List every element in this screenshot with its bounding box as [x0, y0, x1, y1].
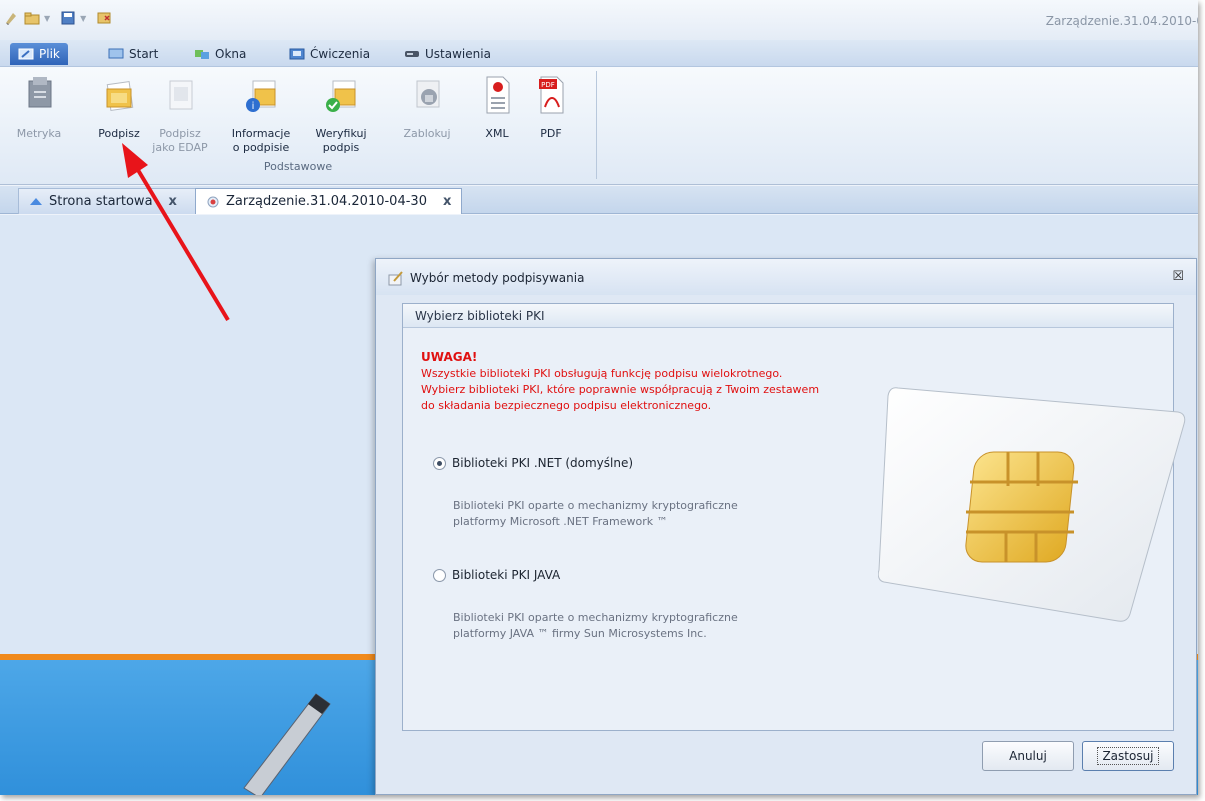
warning-text: do składania bezpiecznego podpisu elektr… — [421, 399, 712, 412]
svg-text:PDF: PDF — [541, 81, 555, 89]
quick-access-toolbar: ▼ ▼ — [4, 10, 112, 26]
weryfikuj-podpis-button[interactable]: Weryfikuj podpis — [306, 73, 376, 155]
tab-zarzadzenie[interactable]: Zarządzenie.31.04.2010-04-30 x — [195, 188, 463, 214]
option-pki-java[interactable]: Biblioteki PKI JAVA — [433, 568, 560, 582]
warning-text: Wszystkie biblioteki PKI obsługują funkc… — [421, 367, 783, 380]
pen-illustration — [243, 693, 331, 795]
radio-pki-java[interactable] — [433, 568, 446, 582]
panel-title: Wybierz biblioteki PKI — [403, 304, 1173, 328]
podpisz-button[interactable]: Podpisz — [84, 73, 154, 141]
dialog-title-bar: Wybór metody podpisywania ☒ — [376, 259, 1196, 295]
title-bar: ▼ ▼ Zarządzenie.31.04.2010-0 — [0, 0, 1198, 40]
group-separator — [596, 71, 597, 179]
document-tabs: Strona startowa x Zarządzenie.31.04.2010… — [0, 186, 1198, 214]
podpisz-jako-edap-button[interactable]: Podpisz jako EDAP — [145, 73, 215, 155]
dialog-title: Wybór metody podpisywania — [410, 271, 585, 285]
tab-label: Strona startowa — [49, 194, 153, 209]
close-document-icon[interactable] — [96, 10, 112, 26]
file-icon — [18, 48, 34, 60]
verify-signature-icon — [326, 80, 356, 112]
tab-label: Ćwiczenia — [310, 47, 371, 61]
app-icon — [6, 13, 16, 25]
tab-ustawienia[interactable]: Ustawienia — [396, 43, 499, 65]
metryka-button[interactable]: Metryka — [4, 73, 74, 141]
tab-label: Start — [129, 47, 159, 61]
chevron-down-icon[interactable]: ▼ — [44, 14, 50, 23]
signature-pen-icon — [388, 271, 403, 286]
tab-label: Okna — [215, 47, 247, 61]
monitor-icon — [108, 48, 124, 59]
sign-document-icon — [106, 81, 134, 111]
signing-method-dialog: Wybór metody podpisywania ☒ Wybierz bibl… — [375, 258, 1197, 795]
close-icon[interactable]: ☒ — [1172, 269, 1184, 284]
apply-button[interactable]: Zastosuj — [1082, 741, 1174, 771]
window-title: Zarządzenie.31.04.2010-0 — [1045, 14, 1198, 28]
tab-cwiczenia[interactable]: Ćwiczenia — [281, 43, 378, 65]
warning-text: Wybierz biblioteki PKI, które poprawnie … — [421, 383, 820, 396]
metadata-icon — [28, 77, 52, 108]
apply-label: Zastosuj — [1097, 747, 1159, 765]
option-pki-net[interactable]: Biblioteki PKI .NET (domyślne) — [433, 456, 633, 470]
option-description: platformy Microsoft .NET Framework ™ — [453, 515, 668, 528]
exercise-icon — [289, 48, 305, 60]
smart-card-illustration — [878, 387, 1186, 622]
signature-info-icon: i — [246, 80, 276, 112]
group-label: Podstawowe — [263, 160, 333, 173]
pki-panel: Wybierz biblioteki PKI UWAGA! Wszystkie … — [402, 303, 1186, 731]
chevron-down-icon[interactable]: ▼ — [80, 14, 86, 23]
informacje-o-podpisie-button[interactable]: i Informacje o podpisie — [226, 73, 296, 155]
ribbon: Metryka Podpisz Podpisz jako EDAP i Info… — [0, 67, 1198, 185]
zablokuj-button[interactable]: Zablokuj — [392, 73, 462, 141]
pdf-file-icon: PDF — [539, 76, 564, 114]
option-label: Biblioteki PKI .NET (domyślne) — [452, 456, 634, 470]
option-description: Biblioteki PKI oparte o mechanizmy krypt… — [453, 499, 738, 512]
tab-strona-startowa[interactable]: Strona startowa x — [18, 188, 196, 214]
lock-icon — [416, 80, 440, 108]
pdf-button[interactable]: PDF PDF — [516, 73, 586, 141]
option-description: Biblioteki PKI oparte o mechanizmy krypt… — [453, 611, 738, 624]
tab-okna[interactable]: Okna — [186, 43, 254, 65]
tab-label: Plik — [39, 47, 60, 61]
save-icon[interactable] — [60, 10, 76, 26]
tab-label: Zarządzenie.31.04.2010-04-30 — [226, 194, 427, 209]
cancel-button[interactable]: Anuluj — [982, 741, 1074, 771]
xml-file-icon — [486, 76, 510, 114]
tab-label: Ustawienia — [425, 47, 491, 61]
windows-icon — [195, 50, 209, 59]
tab-start[interactable]: Start — [100, 43, 166, 65]
option-label: Biblioteki PKI JAVA — [452, 568, 561, 582]
settings-icon — [405, 51, 419, 57]
menu-bar: Plik Start Okna Ćwiczenia Ustawienia — [0, 40, 1198, 67]
close-tab-icon[interactable]: x — [169, 194, 177, 209]
tab-plik[interactable]: Plik — [10, 43, 68, 65]
svg-text:i: i — [252, 101, 255, 112]
home-page-icon — [30, 197, 42, 205]
sign-edap-icon — [169, 80, 193, 110]
application-window: ▼ ▼ Zarządzenie.31.04.2010-0 Plik Start … — [0, 0, 1198, 795]
radio-pki-net[interactable] — [433, 456, 446, 470]
warning-title: UWAGA! — [421, 350, 478, 364]
close-tab-icon[interactable]: x — [443, 194, 451, 209]
option-description: platformy JAVA ™ firmy Sun Microsystems … — [453, 627, 707, 640]
document-icon — [207, 196, 219, 207]
open-folder-icon[interactable] — [24, 10, 40, 26]
